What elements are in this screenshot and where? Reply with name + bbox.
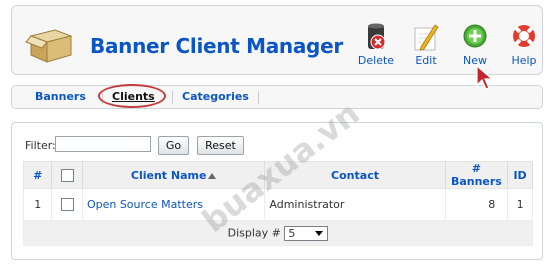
row-checkbox[interactable]	[60, 198, 74, 212]
display-limit-value: 5	[288, 226, 296, 240]
filter-input[interactable]	[55, 136, 151, 152]
submenu-clients[interactable]: Clients	[112, 90, 155, 103]
cell-banners: 8	[444, 188, 509, 221]
help-button[interactable]: Help	[500, 22, 548, 67]
col-header-client-name-label: Client Name	[130, 168, 207, 182]
cell-number: 1	[22, 188, 53, 221]
select-all-checkbox[interactable]	[60, 168, 74, 182]
table-footer: Display # 5	[23, 220, 533, 246]
col-header-banners[interactable]: # Banners	[444, 161, 509, 189]
trash-icon	[368, 23, 386, 50]
display-limit-select[interactable]: 5	[284, 225, 329, 241]
box-icon	[25, 29, 73, 63]
sort-ascending-icon	[208, 172, 217, 179]
toolbar: Banner Client Manager Delete Edit New He…	[11, 5, 543, 75]
edit-button[interactable]: Edit	[402, 22, 450, 67]
submenu-divider	[172, 91, 173, 104]
pagination-footer: Display # 5	[23, 220, 533, 246]
submenu: Banners Clients Categories	[11, 84, 543, 109]
go-button[interactable]: Go	[158, 136, 189, 155]
display-label: Display #	[227, 226, 281, 239]
cell-select	[51, 188, 83, 221]
filter-label: Filter:	[25, 139, 56, 152]
delete-button[interactable]: Delete	[352, 22, 400, 67]
submenu-banners[interactable]: Banners	[35, 90, 86, 103]
help-label: Help	[511, 54, 537, 67]
plus-icon	[463, 24, 487, 48]
cell-id: 1	[507, 188, 533, 221]
submenu-divider	[258, 91, 259, 104]
submenu-categories[interactable]: Categories	[182, 90, 249, 103]
chevron-down-icon	[315, 230, 324, 236]
delete-label: Delete	[357, 54, 395, 67]
reset-button[interactable]: Reset	[197, 136, 244, 155]
mouse-cursor-icon	[476, 65, 494, 90]
lifebuoy-icon	[513, 25, 535, 47]
cell-contact: Administrator	[264, 188, 446, 221]
col-header-number: #	[22, 161, 53, 189]
pencil-icon	[414, 24, 439, 51]
col-header-select-all	[51, 161, 83, 189]
col-header-id[interactable]: ID	[507, 161, 533, 189]
page-title: Banner Client Manager	[90, 34, 343, 58]
new-button[interactable]: New	[451, 22, 499, 67]
edit-label: Edit	[415, 54, 437, 67]
